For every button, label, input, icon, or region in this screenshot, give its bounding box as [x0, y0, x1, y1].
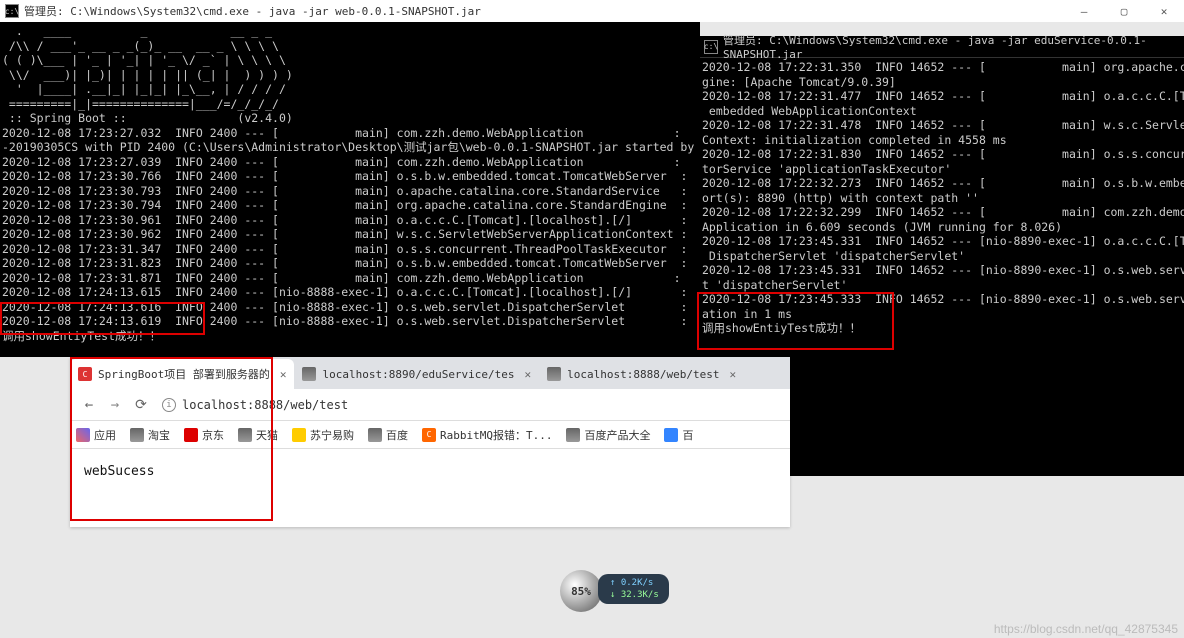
back-button[interactable]: ← — [76, 392, 102, 418]
tab-web-test[interactable]: localhost:8888/web/test ✕ — [539, 359, 744, 389]
globe-icon — [368, 428, 382, 442]
success-msg: 调用showEntiyTest成功！！ — [702, 321, 861, 335]
tab-springboot[interactable]: C SpringBoot项目 部署到服务器的 ✕ — [70, 359, 294, 389]
url-text: localhost:8888/web/test — [182, 398, 348, 412]
globe-icon — [302, 367, 316, 381]
bookmark-rabbitmq[interactable]: CRabbitMQ报错：T... — [422, 427, 552, 443]
cmd-icon: c:\ — [5, 4, 19, 18]
speed-ball[interactable]: 85% — [560, 570, 602, 612]
address-bar-row: ← → ⟳ i localhost:8888/web/test — [70, 389, 790, 421]
tab-label: localhost:8888/web/test — [567, 368, 719, 381]
bookmarks-bar: 应用 淘宝 京东 天猫 苏宁易购 百度 CRabbitMQ报错：T... 百度产… — [70, 421, 790, 449]
speed-readout: ↑ 0.2K/s ↓ 32.3K/s — [598, 574, 669, 604]
main-window-titlebar: c:\ 管理员: C:\Windows\System32\cmd.exe - j… — [0, 0, 1184, 22]
watermark: https://blog.csdn.net/qq_42875345 — [994, 622, 1178, 636]
log-line: 2020-12-08 17:22:31.350 INFO 14652 --- [… — [702, 60, 1184, 74]
download-speed: ↓ 32.3K/s — [610, 589, 659, 601]
window-minimize[interactable]: — — [1064, 0, 1104, 22]
log-line: 2020-12-08 17:23:27.032 INFO 2400 --- [ … — [2, 126, 681, 140]
terminal-left[interactable]: . ____ _ __ _ _ /\\ / ___'_ __ _ _(_)_ _… — [0, 22, 700, 357]
page-content: webSucess — [70, 449, 790, 493]
response-text: webSucess — [84, 464, 154, 479]
globe-icon — [238, 428, 252, 442]
apps-button[interactable]: 应用 — [76, 427, 116, 443]
jd-icon — [184, 428, 198, 442]
bookmark-tmall[interactable]: 天猫 — [238, 427, 278, 443]
upload-speed: ↑ 0.2K/s — [610, 577, 659, 589]
baidu-icon — [664, 428, 678, 442]
bookmark-suning[interactable]: 苏宁易购 — [292, 427, 354, 443]
terminal-right[interactable]: 2020-12-08 17:22:31.350 INFO 14652 --- [… — [700, 58, 1184, 336]
close-icon[interactable]: ✕ — [280, 368, 287, 381]
close-icon[interactable]: ✕ — [525, 368, 532, 381]
apps-icon — [76, 428, 90, 442]
bookmark-baidu-products[interactable]: 百度产品大全 — [566, 427, 650, 443]
reload-button[interactable]: ⟳ — [128, 392, 154, 418]
address-bar[interactable]: i localhost:8888/web/test — [154, 393, 784, 417]
cmd-icon: c:\ — [704, 40, 718, 54]
csdn-icon: C — [422, 428, 436, 442]
suning-icon — [292, 428, 306, 442]
bookmark-taobao[interactable]: 淘宝 — [130, 427, 170, 443]
bookmark-bai[interactable]: 百 — [664, 427, 693, 443]
tab-eduservice[interactable]: localhost:8890/eduService/tes ✕ — [294, 359, 539, 389]
bookmark-baidu[interactable]: 百度 — [368, 427, 408, 443]
globe-icon — [566, 428, 580, 442]
bookmark-jd[interactable]: 京东 — [184, 427, 224, 443]
forward-button[interactable]: → — [102, 392, 128, 418]
tab-label: localhost:8890/eduService/tes — [322, 368, 514, 381]
network-speed-widget[interactable]: 85% ↑ 0.2K/s ↓ 32.3K/s — [560, 570, 680, 612]
window-close[interactable]: ✕ — [1144, 0, 1184, 22]
globe-icon — [130, 428, 144, 442]
close-icon[interactable]: ✕ — [730, 368, 737, 381]
site-info-icon[interactable]: i — [162, 398, 176, 412]
tab-label: SpringBoot项目 部署到服务器的 — [98, 366, 270, 382]
tab-bar: C SpringBoot项目 部署到服务器的 ✕ localhost:8890/… — [70, 357, 790, 389]
csdn-icon: C — [78, 367, 92, 381]
window-maximize[interactable]: ▢ — [1104, 0, 1144, 22]
terminal-right-titlebar[interactable]: c:\ 管理员: C:\Windows\System32\cmd.exe - j… — [700, 36, 1184, 58]
success-msg: 调用showEntiyTest成功！！ — [2, 329, 161, 343]
browser-window: C SpringBoot项目 部署到服务器的 ✕ localhost:8890/… — [70, 357, 790, 527]
terminal-right-title: 管理员: C:\Windows\System32\cmd.exe - java … — [723, 32, 1180, 61]
ascii-art: . ____ _ __ _ _ — [2, 24, 272, 38]
main-window-title: 管理员: C:\Windows\System32\cmd.exe - java … — [24, 3, 1064, 19]
globe-icon — [547, 367, 561, 381]
